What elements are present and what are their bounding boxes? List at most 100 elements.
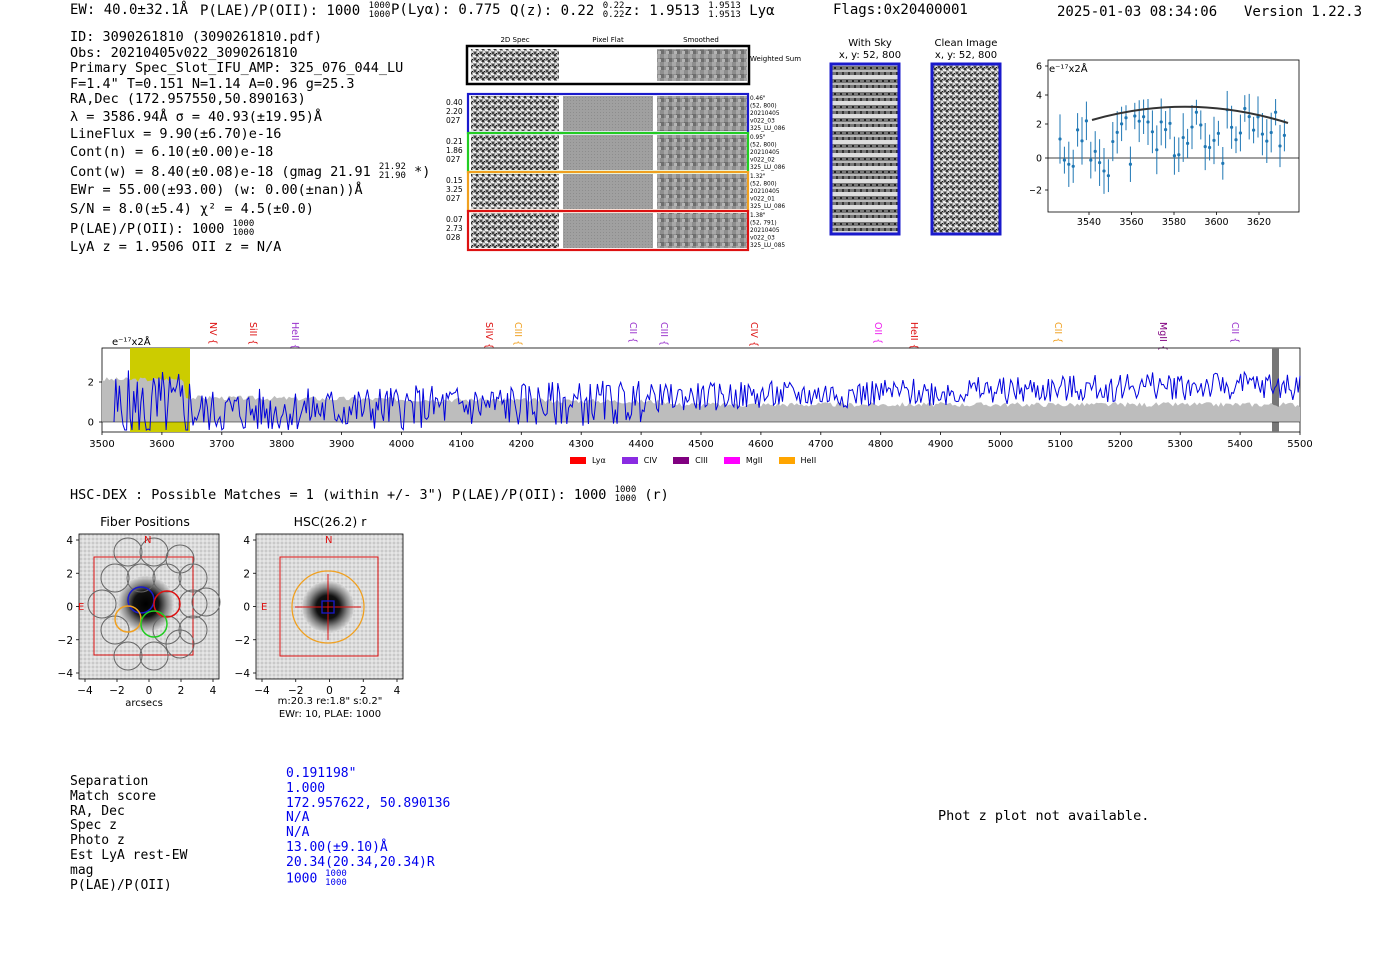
hsc-ytick: −2 [58,635,73,647]
cutout-row-2: 0.211.86027 0.95" (52, 800)20210405 v022_02… [446,131,785,174]
cutout-right-value: 325_LU_086 [750,204,785,210]
cutout-right-value: v022_02 [750,158,775,164]
zoom-point [1186,141,1190,145]
zoom-point [1146,120,1150,124]
header-z: z: 1.9513 1.9513 1.9513 Lyα [624,2,775,20]
info-lineflux: LineFlux = 9.90(±6.70)e-16 [70,126,282,142]
spectrum-ytick: 0 [88,418,94,429]
hsc-xtick: 4 [210,685,217,697]
info-lambda: λ = 3586.94Å σ = 40.93(±19.95)Å [70,108,322,125]
hsc-caption-1: m:20.3 re:1.8" s:0.2" [277,696,383,707]
hsc-ytick: −4 [58,668,74,680]
hsc-xtick: 2 [178,685,185,697]
info-id: ID: 3090261810 (3090261810.pdf) [70,29,322,45]
cutout-left-value: 2.73 [446,224,463,233]
hsc-title-end: (r) [644,487,669,503]
hsc-ytick: 4 [66,535,73,547]
zoom-point [1282,133,1286,137]
spectrum-xtick: 5200 [1108,439,1133,450]
cutout-left-value: 1.86 [446,146,463,155]
col-header-pixelflat: Pixel Flat [592,36,624,44]
hsc-xtick: −4 [77,685,93,697]
zoom-point [1062,158,1066,162]
full-spectrum: NV {SiII {HeII {SiIV {CIII {CII {CIII {C… [80,316,1320,465]
zoom-point [1071,164,1075,168]
cutout-right-value: 325_LU_086 [750,126,785,132]
cutout-right-value: v022_01 [750,197,775,203]
detection-info: ID: 3090261810 (3090261810.pdf) Obs: 202… [70,29,450,256]
spectral-line-label: CIII { [658,322,669,346]
header-qz: Q(z): 0.22 0.22 0.22 [510,2,624,20]
spectral-line-label: CII { [627,322,638,343]
zoom-point [1260,132,1264,136]
zoom-point [1216,131,1220,135]
cutout-right-value: (52, 791) [750,221,777,227]
cutout-left-value: 028 [446,233,461,242]
zoom-scale-label: e⁻¹⁷x2Å [1049,62,1088,75]
zoom-point [1142,115,1146,119]
legend-item: MgII [723,456,763,465]
header-plae-fraction: 1000 1000 [369,2,391,20]
cutout-right-value: v022_03 [750,119,775,125]
spectral-line-label: OII { [872,322,883,344]
cutout-left-value: 3.25 [446,185,463,194]
spectral-line-label: CII { [1229,322,1240,343]
with-sky-image [829,62,901,236]
cutout-left-value: 0.15 [446,176,463,185]
photz-message: Phot z plot not available. [938,808,1150,824]
header-qz-fraction: 0.22 0.22 [603,2,625,20]
clean-image [930,62,1002,236]
zoom-point [1058,137,1062,141]
fiber-xlabel: arcsecs [125,698,163,709]
zoom-point [1164,128,1168,132]
zoom-point [1106,174,1110,178]
zoom-point [1137,119,1141,123]
spectral-line-label: MgII { [1157,322,1168,351]
match-label: Match score [70,788,157,804]
match-label: P(LAE)/P(OII) [70,877,172,893]
header-plae-label: P(LAE)/P(OII): 1000 [200,3,361,19]
match-label: Spec z [70,818,117,834]
zoom-point [1247,115,1251,119]
spectrum-scale-label: e⁻¹⁷x2Å [112,335,151,348]
spectrum-ytick: 2 [88,378,94,389]
hsc-ytick: −4 [235,668,251,680]
info-sn: S/N = 8.0(±5.4) χ² = 4.5(±0.0) [70,200,314,217]
header-version: Version 1.22.3 [1244,4,1363,20]
zoom-point [1230,125,1234,129]
zoom-xtick: 3560 [1119,217,1143,228]
cutout-left-value: 027 [446,155,461,164]
match-value: N/A [286,810,310,826]
legend-label: HeII [800,456,817,465]
cutout-panel: 2D Spec Pixel Flat Smoothed Weighted Sum… [440,30,810,260]
weighted-sum-row [465,44,751,86]
legend-label: MgII [745,456,763,465]
cutout-right-value: 20210405 [750,111,780,117]
spectral-line-label: HeII { [908,322,919,350]
zoom-plot: e⁻¹⁷x2Å 6 4 2 0 −2 3540 3560 3580 3600 3620 [1028,54,1310,234]
zoom-point [1221,161,1225,165]
header-z-label: z: 1.9513 [624,3,700,19]
zoom-point [1203,144,1207,149]
fiber-east-label: E [78,602,84,613]
cutout-row-4: 0.072.73028 1.38" (52, 791)20210405 v022_03… [446,209,785,252]
info-contn: Cont(n) = 6.10(±0.00)e-18 [70,143,274,160]
cutout-right-value: (52, 800) [750,104,777,110]
zoom-point [1238,131,1242,135]
hsc-caption-2: EWr: 10, PLAE: 1000 [278,709,382,720]
info-contw-text: Cont(w) = 8.40(±0.08)e-18 (gmag 21.91 [70,164,371,180]
spectral-line-label: CIII { [512,322,523,346]
cutout-right-value: 20210405 [750,189,780,195]
fiber-positions-svg: N E 4 2 0 −2 −4 −4 −2 0 2 4 arcsecs [58,533,221,709]
cutout-left-value: 0.07 [446,215,463,224]
spectrum-xtick: 5100 [1048,439,1073,450]
zoom-xtick: 3540 [1077,217,1101,228]
zoom-point [1234,138,1238,142]
info-contw-end: *) [414,164,431,180]
match-value: 1000 1000 1000 [286,868,347,888]
info-lyaz: LyA z = 1.9506 OII z = N/A [70,239,282,255]
spectrum-xtick: 5300 [1167,439,1192,450]
zoom-ytick: −2 [1030,186,1042,197]
legend-label: CIV [643,456,658,465]
spectrum-xtick: 4000 [389,439,414,450]
